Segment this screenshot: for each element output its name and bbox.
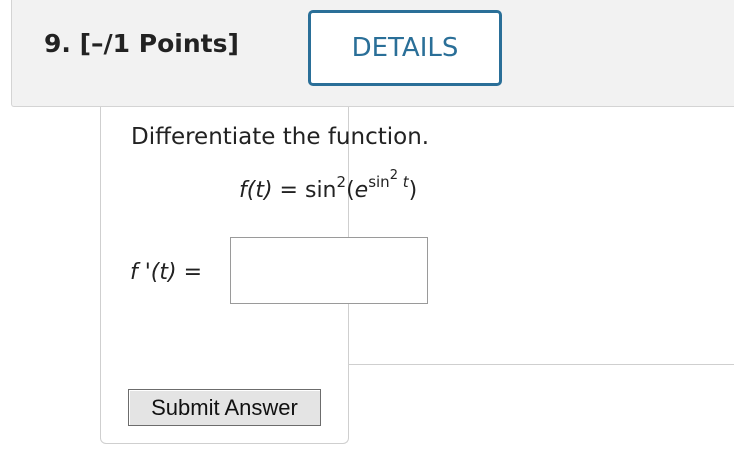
function-lhs: f(t) xyxy=(239,178,273,203)
function-sin: sin xyxy=(304,178,337,203)
function-expression: f(t) = sin2(esin2 t) xyxy=(239,169,418,203)
function-base: e xyxy=(354,178,369,203)
function-close-paren: ) xyxy=(408,178,418,203)
problem-instruction: Differentiate the function. xyxy=(131,124,430,150)
function-exponent: sin2 t xyxy=(368,169,409,191)
exponent-var: t xyxy=(402,172,409,191)
submit-answer-button[interactable]: Submit Answer xyxy=(128,389,321,426)
details-button[interactable]: DETAILS xyxy=(308,10,502,86)
function-power: 2 xyxy=(336,172,347,191)
exponent-sin: sin xyxy=(368,172,390,191)
question-points: [–/1 Points] xyxy=(79,29,239,58)
function-open-paren: ( xyxy=(346,178,355,203)
question-title: 9. [–/1 Points] xyxy=(44,29,239,58)
question-number: 9. xyxy=(44,29,71,58)
answer-input[interactable] xyxy=(230,237,428,304)
derivative-lhs: f '(t) xyxy=(130,260,177,285)
function-equals: = xyxy=(279,178,298,203)
divider-line xyxy=(349,364,734,365)
derivative-label: f '(t) = xyxy=(130,260,202,285)
exponent-power: 2 xyxy=(389,167,398,183)
derivative-equals: = xyxy=(183,260,203,285)
